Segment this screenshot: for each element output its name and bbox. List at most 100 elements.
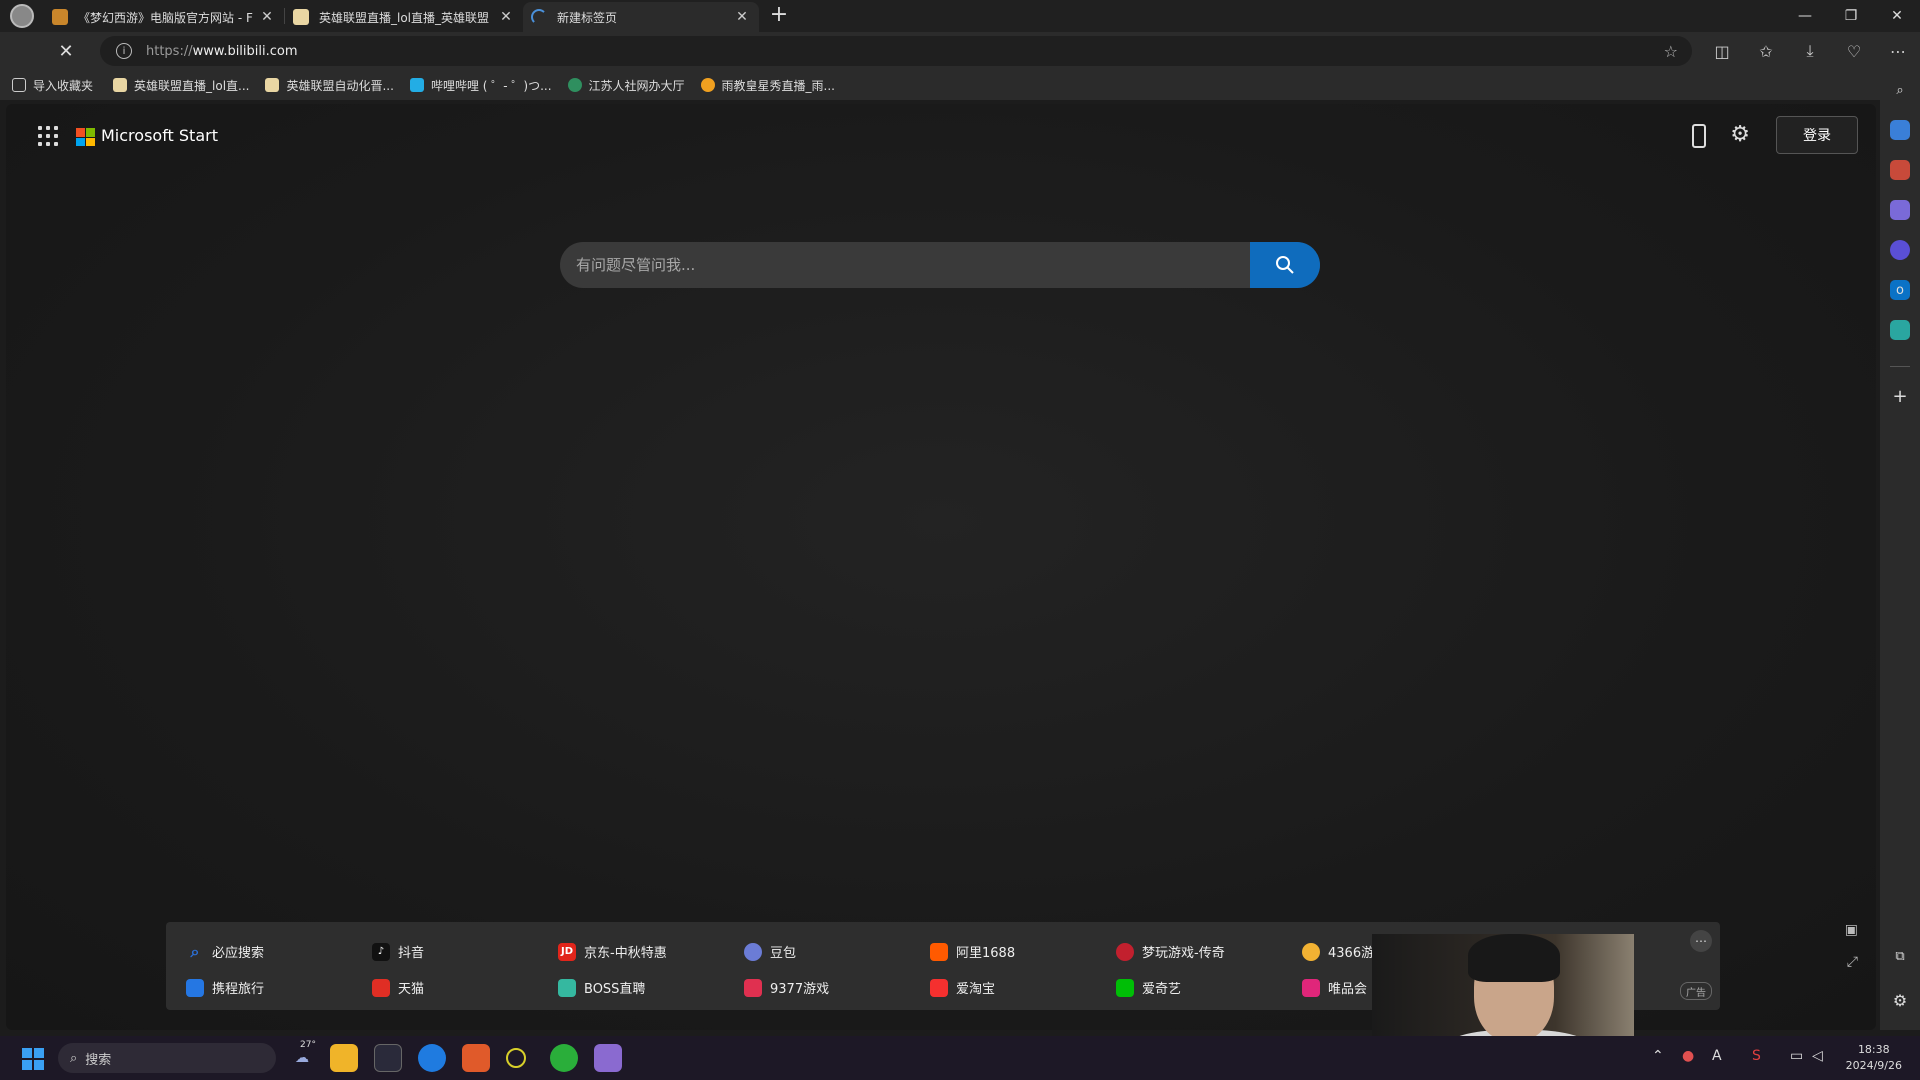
search-input[interactable]: [560, 242, 1250, 288]
quick-link[interactable]: BOSS直聘: [558, 978, 645, 997]
quick-link[interactable]: 天猫: [372, 978, 424, 997]
circle-app-icon[interactable]: [506, 1048, 526, 1068]
more-options-button[interactable]: ⋯: [1690, 930, 1712, 952]
settings-gear-icon[interactable]: ⚙: [1730, 122, 1750, 147]
taskbar-search[interactable]: ⌕ 搜索: [58, 1043, 276, 1073]
file-explorer-icon[interactable]: [330, 1044, 358, 1072]
ctrip-icon: [186, 978, 204, 997]
bilibili-icon: [409, 78, 424, 92]
tools-icon[interactable]: [1890, 160, 1910, 180]
bookmark-jiangsu[interactable]: 江苏人社网办大厅: [567, 77, 685, 94]
stop-loading-icon[interactable]: ✕: [46, 36, 86, 66]
close-tab-icon[interactable]: ✕: [258, 9, 276, 25]
tab-title: 《梦幻西游》电脑版官方网站 - F: [78, 10, 253, 25]
search-button[interactable]: [1250, 242, 1320, 288]
copilot-icon[interactable]: [1890, 240, 1910, 260]
quick-link-label: 梦玩游戏-传奇: [1142, 946, 1225, 961]
close-tab-icon[interactable]: ✕: [497, 9, 515, 25]
search-box: [560, 242, 1320, 288]
quick-link-label: 抖音: [398, 946, 425, 961]
phone-icon[interactable]: [1692, 124, 1706, 148]
lol-favicon-icon: [293, 9, 309, 25]
sogou-icon[interactable]: S: [1752, 1048, 1761, 1064]
restore-icon[interactable]: ❐: [1828, 0, 1874, 32]
quick-link[interactable]: 爱奇艺: [1116, 978, 1181, 997]
quick-link-label: 携程旅行: [212, 982, 265, 997]
window-controls: — ❐ ✕: [1782, 0, 1920, 32]
quick-link[interactable]: 梦玩游戏-传奇: [1116, 942, 1225, 961]
volume-icon[interactable]: ◁: [1812, 1048, 1823, 1064]
more-menu-icon[interactable]: ⋯: [1876, 36, 1920, 66]
minimize-icon[interactable]: —: [1782, 0, 1828, 32]
hide-sidebar-icon[interactable]: ⧉: [1890, 946, 1910, 966]
store-icon[interactable]: [374, 1044, 402, 1072]
bookmark-label: 英雄联盟自动化晋...: [286, 78, 394, 93]
app-launcher-icon[interactable]: [38, 126, 58, 146]
address-bar[interactable]: i https:// www.bilibili.com ☆: [100, 36, 1692, 66]
tray-chevron-icon[interactable]: ⌃: [1652, 1048, 1664, 1064]
windows-start-icon[interactable]: [22, 1048, 44, 1070]
microphone-icon[interactable]: ●: [1682, 1048, 1694, 1064]
tab-menghuan[interactable]: 《梦幻西游》电脑版官方网站 - F ✕: [44, 2, 284, 32]
quick-link-label: 唯品会: [1328, 982, 1368, 997]
wechat-icon[interactable]: [550, 1044, 578, 1072]
quick-link-label: 爱奇艺: [1142, 982, 1182, 997]
quick-link[interactable]: ⌕ 必应搜索: [186, 942, 265, 962]
quick-link[interactable]: 携程旅行: [186, 978, 264, 997]
game-app-icon[interactable]: [462, 1044, 490, 1072]
profile-area: [0, 0, 44, 32]
quick-link[interactable]: 阿里1688: [930, 942, 1015, 961]
quick-link-label: 9377游戏: [770, 982, 830, 997]
url-host: www.bilibili.com: [192, 43, 298, 59]
search-icon[interactable]: ⌕: [1890, 80, 1910, 100]
tab-lol-live[interactable]: 英雄联盟直播_lol直播_英雄联盟 ✕: [285, 2, 523, 32]
tmall-icon: [372, 978, 390, 997]
page-settings-icon[interactable]: ▣: [1845, 922, 1858, 938]
add-icon[interactable]: +: [1890, 386, 1910, 407]
quick-link[interactable]: JD 京东-中秋特惠: [558, 942, 667, 961]
bookmark-lol-auto[interactable]: 英雄联盟自动化晋...: [265, 77, 394, 94]
browser-essentials-icon[interactable]: ♡: [1832, 36, 1876, 66]
new-tab-button[interactable]: +: [765, 2, 793, 30]
quick-link[interactable]: 爱淘宝: [930, 978, 995, 997]
bookmark-lol-live[interactable]: 英雄联盟直播_lol直...: [113, 77, 249, 94]
quick-link-label: 天猫: [398, 982, 425, 997]
quick-link[interactable]: 4366游: [1302, 942, 1374, 961]
favorites-icon[interactable]: ✩: [1744, 36, 1788, 66]
login-button[interactable]: 登录: [1776, 116, 1858, 154]
bookmark-bilibili[interactable]: 哔哩哔哩 ( ゜- ゜)つ...: [409, 77, 552, 94]
drop-icon[interactable]: [1890, 320, 1910, 340]
network-icon[interactable]: ▭: [1790, 1048, 1803, 1064]
browser-window: 《梦幻西游》电脑版官方网站 - F ✕ 英雄联盟直播_lol直播_英雄联盟 ✕ …: [0, 0, 1920, 1080]
profile-avatar[interactable]: [10, 4, 34, 28]
favorite-star-icon[interactable]: ☆: [1664, 42, 1678, 61]
shopping-tag-icon[interactable]: [1890, 120, 1910, 140]
site-info-icon[interactable]: i: [116, 43, 132, 59]
quick-link[interactable]: 唯品会: [1302, 978, 1367, 997]
games-icon[interactable]: [1890, 200, 1910, 220]
game-client-icon[interactable]: [594, 1044, 622, 1072]
bookmark-import[interactable]: 导入收藏夹: [12, 77, 93, 94]
close-window-icon[interactable]: ✕: [1874, 0, 1920, 32]
sidebar-settings-icon[interactable]: ⚙: [1890, 990, 1910, 1010]
quick-link[interactable]: 9377游戏: [744, 978, 829, 997]
ime-icon[interactable]: A: [1712, 1048, 1722, 1064]
brand-name[interactable]: Microsoft Start: [101, 126, 218, 145]
bookmark-label: 哔哩哔哩 ( ゜- ゜)つ...: [430, 78, 552, 93]
clock[interactable]: 18:38 2024/9/26: [1846, 1042, 1902, 1074]
quick-link[interactable]: 豆包: [744, 942, 796, 961]
bookmark-yujiaohuang[interactable]: 雨教皇星秀直播_雨...: [700, 77, 835, 94]
tab-new-tab[interactable]: 新建标签页 ✕: [523, 2, 759, 32]
quick-link[interactable]: ♪ 抖音: [372, 942, 424, 961]
edge-icon[interactable]: [418, 1044, 446, 1072]
outlook-icon[interactable]: o: [1890, 280, 1910, 300]
downloads-icon[interactable]: ⤓: [1788, 36, 1832, 66]
close-tab-icon[interactable]: ✕: [733, 9, 751, 25]
4366-icon: [1302, 942, 1320, 961]
lol-favicon-icon: [265, 78, 280, 92]
search-icon: [1276, 256, 1294, 274]
bookmark-label: 江苏人社网办大厅: [588, 78, 685, 93]
split-screen-icon[interactable]: ◫: [1700, 36, 1744, 66]
menghuan-favicon-icon: [52, 9, 68, 25]
fullscreen-icon[interactable]: ⤢: [1847, 954, 1858, 970]
